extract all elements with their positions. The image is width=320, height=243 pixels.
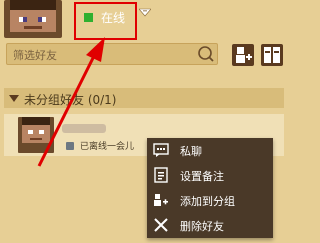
friend-group-header[interactable]: 未分组好友 (0/1) (4, 88, 284, 108)
menu-item-label: 私聊 (180, 145, 202, 158)
menu-item-label: 设置备注 (180, 170, 224, 183)
expand-caret-icon (9, 95, 19, 102)
menu-item-label: 删除好友 (180, 220, 224, 233)
friend-avatar-mouth (30, 138, 42, 140)
friend-avatar[interactable] (18, 117, 54, 153)
grid-icon (264, 47, 280, 63)
delete-friend-icon (154, 218, 168, 232)
header: 在线 (0, 0, 288, 40)
status-text: 在线 (101, 11, 126, 25)
menu-item-delete-friend[interactable]: 删除好友 (147, 213, 273, 238)
offline-status-icon (66, 142, 74, 150)
add-to-group-icon (154, 194, 168, 206)
friend-avatar-eye-left (28, 130, 33, 134)
menu-item-set-remark[interactable]: 设置备注 (147, 163, 273, 188)
avatar-pupil-left (23, 17, 27, 22)
chat-icon (153, 143, 169, 157)
add-friend-icon (236, 47, 252, 63)
search-icon[interactable] (197, 45, 215, 63)
status-selector[interactable]: 在线 (74, 2, 137, 40)
friend-avatar-eye-right (39, 130, 44, 134)
group-label: 未分组好友 (0/1) (24, 93, 117, 107)
search-bar[interactable] (6, 43, 218, 65)
menu-item-label: 添加到分组 (180, 195, 235, 208)
avatar-mouth (24, 26, 42, 29)
menu-item-private-chat[interactable]: 私聊 (147, 138, 273, 163)
chevron-down-icon[interactable] (139, 8, 151, 17)
friend-avatar-face (22, 125, 50, 143)
add-friend-button[interactable] (232, 44, 254, 66)
search-input[interactable] (11, 45, 195, 65)
grid-view-button[interactable] (261, 44, 283, 66)
online-status-icon (84, 13, 93, 22)
self-avatar[interactable] (4, 0, 62, 38)
friend-name-blurred (62, 124, 106, 133)
context-menu: 私聊 设置备注 添加到分组 删除好友 (147, 138, 273, 238)
note-icon (154, 167, 168, 183)
friend-status-text: 已离线一会儿 (80, 142, 135, 152)
avatar-hair (10, 0, 56, 10)
friend-avatar-hair (22, 117, 50, 125)
avatar-pupil-right (38, 17, 42, 22)
menu-item-add-to-group[interactable]: 添加到分组 (147, 188, 273, 213)
